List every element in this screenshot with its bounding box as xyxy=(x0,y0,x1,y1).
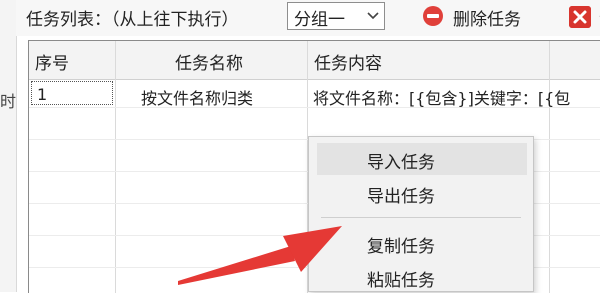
menu-item-paste-task[interactable]: 粘贴任务 xyxy=(317,261,527,293)
column-header-name[interactable]: 任务名称 xyxy=(175,49,243,74)
menu-item-label: 导入任务 xyxy=(367,153,435,173)
menu-item-import-task[interactable]: 导入任务 xyxy=(317,143,527,175)
menu-item-label: 导出任务 xyxy=(367,187,435,207)
context-menu: 导入任务 导出任务 复制任务 粘贴任务 xyxy=(308,136,534,292)
row-index-cell: 1 xyxy=(37,85,48,104)
minus-circle-icon xyxy=(423,6,443,26)
column-divider xyxy=(115,41,116,293)
left-panel-edge: 时 xyxy=(0,0,17,292)
close-square-icon xyxy=(569,6,591,28)
task-list-label: 任务列表：（从上往下执行） xyxy=(26,10,239,30)
left-panel-fragment-text: 时 xyxy=(0,92,17,111)
column-header-index[interactable]: 序号 xyxy=(35,49,69,74)
menu-separator xyxy=(321,217,521,218)
menu-item-label: 粘贴任务 xyxy=(367,271,435,291)
menu-item-label: 复制任务 xyxy=(367,237,435,257)
chevron-down-icon xyxy=(367,12,379,20)
menu-item-copy-task[interactable]: 复制任务 xyxy=(317,227,527,259)
toolbar: 任务列表：（从上往下执行） 分组一 删除任务 清 xyxy=(16,0,600,36)
task-content-cell: 将文件名称：[{包含}]关键字：[{包 xyxy=(313,89,571,108)
delete-task-label: 删除任务 xyxy=(453,10,521,30)
task-name-cell: 按文件名称归类 xyxy=(141,89,254,108)
column-header-content[interactable]: 任务内容 xyxy=(314,49,382,74)
menu-item-export-task[interactable]: 导出任务 xyxy=(317,177,527,209)
group-select-value: 分组一 xyxy=(294,10,345,30)
group-select[interactable]: 分组一 xyxy=(287,2,385,30)
column-divider xyxy=(549,41,550,293)
